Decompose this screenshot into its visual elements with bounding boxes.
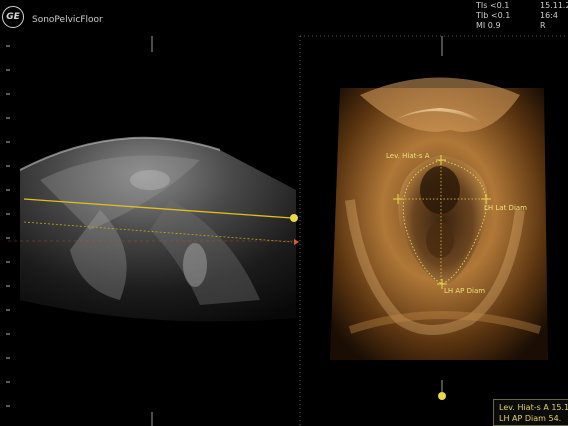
app-name: SonoPelvicFloor xyxy=(32,15,103,25)
date-time: 15.11.2 16:4 R xyxy=(540,1,568,31)
measurement-results: Lev. Hiat-s A 15.1 LH AP Diam 54. xyxy=(493,399,568,426)
lat-diam-label: LH Lat Diam xyxy=(484,204,527,212)
volume-panel xyxy=(299,35,568,426)
readout-tib: TIb <0.1 xyxy=(476,11,511,20)
date: 15.11.2 xyxy=(540,1,568,10)
top-bar: GE SonoPelvicFloor TIs <0.1 TIb <0.1 MI … xyxy=(0,0,568,34)
orientation: R xyxy=(540,21,546,30)
ap-diam-label: LH AP Diam xyxy=(444,287,486,295)
ultrasound-display: GE SonoPelvicFloor TIs <0.1 TIb <0.1 MI … xyxy=(0,0,568,426)
plane-marker-icon xyxy=(438,392,446,400)
hiatus-area-label: Lev. Hiat-s A xyxy=(386,152,430,160)
safety-readouts: TIs <0.1 TIb <0.1 MI 0.9 xyxy=(476,1,510,31)
ultrasound-image-layer xyxy=(6,35,568,426)
readout-tis: TIs <0.1 xyxy=(476,1,510,10)
measurement-line: LH AP Diam 54. xyxy=(499,414,562,423)
plane-marker-icon xyxy=(290,214,298,222)
ge-logo: GE xyxy=(2,6,24,28)
time: 16:4 xyxy=(540,11,558,20)
measurement-line: Lev. Hiat-s A 15.1 xyxy=(499,403,568,412)
bmode-panel xyxy=(19,136,296,322)
readout-mi: MI 0.9 xyxy=(476,21,501,30)
